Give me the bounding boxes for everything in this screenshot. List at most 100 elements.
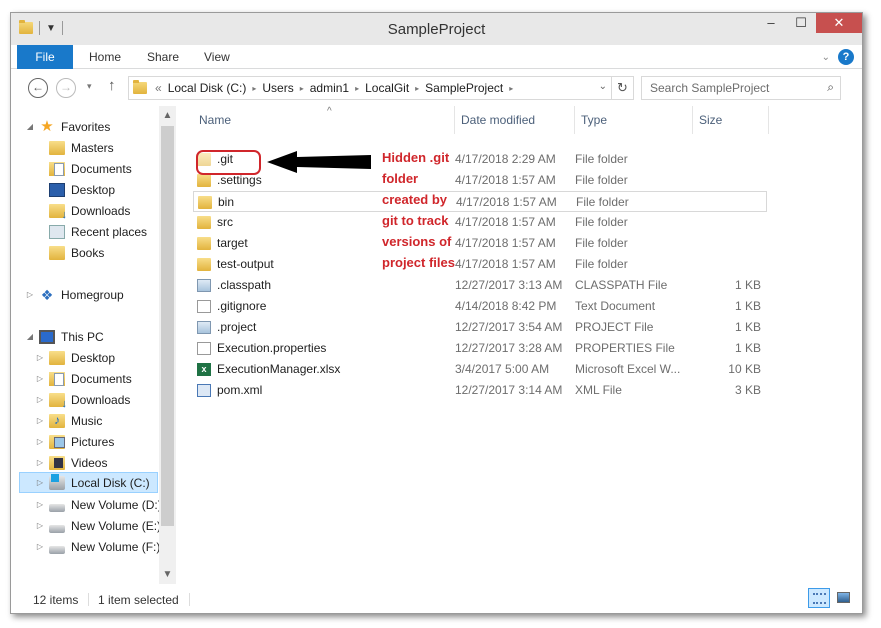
sidebar-item-masters[interactable]: Masters — [45, 137, 114, 158]
navigation-pane-scrollbar[interactable]: ▲ ▼ — [159, 106, 176, 584]
breadcrumb-separator-icon[interactable]: ▸ — [355, 84, 359, 93]
large-icons-view-button[interactable] — [833, 588, 855, 608]
expand-icon[interactable]: ▷ — [35, 478, 45, 487]
breadcrumb-users[interactable]: Users — [262, 81, 293, 95]
file-row[interactable]: .gitignore 4/14/2018 8:42 PM Text Document… — [193, 296, 767, 317]
column-header-type[interactable]: Type — [575, 106, 693, 134]
details-view-button[interactable] — [808, 588, 830, 608]
maximize-button[interactable]: ☐ — [786, 13, 816, 33]
sidebar-item-new-volume-d[interactable]: ▷ New Volume (D:) — [35, 494, 162, 515]
sidebar-item-local-disk-c[interactable]: ▷ Local Disk (C:) — [19, 472, 158, 493]
file-row[interactable]: bin 4/17/2018 1:57 AM File folder — [193, 191, 767, 212]
column-header-size[interactable]: Size — [693, 106, 769, 134]
sidebar-item-pictures[interactable]: ▷ Pictures — [35, 431, 114, 452]
sidebar-item-this-pc[interactable]: ◢ This PC — [25, 326, 104, 347]
up-button[interactable]: ↑ — [108, 77, 116, 94]
file-row[interactable]: test-output 4/17/2018 1:57 AM File folder — [193, 254, 767, 275]
sidebar-item-new-volume-f[interactable]: ▷ New Volume (F:) — [35, 536, 160, 557]
breadcrumb-admin1[interactable]: admin1 — [310, 81, 349, 95]
sidebar-item-downloads[interactable]: Downloads — [45, 200, 130, 221]
breadcrumb-separator-icon[interactable]: ▸ — [252, 84, 256, 93]
sidebar-item-music[interactable]: ▷ Music — [35, 410, 102, 431]
navigation-bar: ← → ▾ ↑ « Local Disk (C:) ▸ Users ▸ admi… — [11, 70, 862, 106]
file-row[interactable]: src 4/17/2018 1:57 AM File folder — [193, 212, 767, 233]
back-button[interactable]: ← — [28, 78, 48, 98]
address-bar[interactable]: « Local Disk (C:) ▸ Users ▸ admin1 ▸ Loc… — [128, 76, 634, 100]
breadcrumb-overflow[interactable]: « — [155, 81, 162, 95]
sidebar-item-new-volume-e[interactable]: ▷ New Volume (E:) — [35, 515, 161, 536]
sidebar-item-label: Masters — [71, 140, 114, 155]
breadcrumb-separator-icon[interactable]: ▸ — [509, 84, 513, 93]
sidebar-item-books[interactable]: Books — [45, 242, 104, 263]
expand-icon[interactable]: ▷ — [25, 290, 35, 299]
file-type: Text Document — [575, 299, 656, 313]
column-header-date-modified[interactable]: Date modified — [455, 106, 575, 134]
expand-icon[interactable]: ▷ — [35, 437, 45, 446]
sidebar-item-pc-downloads[interactable]: ▷ Downloads — [35, 389, 130, 410]
sidebar-item-pc-desktop[interactable]: ▷ Desktop — [35, 347, 115, 368]
minimize-button[interactable]: – — [756, 13, 786, 33]
collapse-icon[interactable]: ◢ — [25, 332, 35, 341]
expand-icon[interactable]: ▷ — [35, 416, 45, 425]
downloads-icon — [49, 392, 67, 410]
help-icon[interactable]: ? — [838, 49, 854, 65]
scroll-down-icon[interactable]: ▼ — [159, 569, 176, 580]
file-row[interactable]: .settings 4/17/2018 1:57 AM File folder — [193, 170, 767, 191]
sidebar-item-favorites[interactable]: ◢ ★ Favorites — [25, 116, 110, 137]
ribbon-tabs: File Home Share View ⌄ ? — [11, 45, 862, 69]
expand-icon[interactable]: ▷ — [35, 374, 45, 383]
breadcrumb-localgit[interactable]: LocalGit — [365, 81, 409, 95]
breadcrumb-local-disk[interactable]: Local Disk (C:) — [168, 81, 247, 95]
search-input[interactable]: Search SampleProject ⌕ — [641, 76, 841, 100]
tab-view[interactable]: View — [204, 45, 230, 69]
documents-icon — [49, 161, 65, 176]
tab-file[interactable]: File — [17, 45, 73, 69]
scroll-up-icon[interactable]: ▲ — [159, 110, 176, 121]
scrollbar-thumb[interactable] — [161, 126, 174, 526]
sidebar-item-documents[interactable]: Documents — [45, 158, 132, 179]
expand-ribbon-icon[interactable]: ⌄ — [822, 52, 830, 63]
sidebar-item-recent-places[interactable]: Recent places — [45, 221, 147, 242]
file-size: 3 KB — [734, 383, 761, 397]
search-icon[interactable]: ⌕ — [827, 80, 834, 95]
refresh-button[interactable]: ↻ — [611, 77, 633, 99]
sidebar-item-label: Recent places — [71, 224, 148, 239]
sidebar-item-desktop[interactable]: Desktop — [45, 179, 115, 200]
column-header-name[interactable]: ^ Name — [193, 106, 455, 134]
address-history-dropdown[interactable]: ⌄ — [599, 81, 607, 92]
expand-icon[interactable]: ▷ — [35, 458, 45, 467]
recent-locations-dropdown[interactable]: ▾ — [87, 81, 92, 92]
expand-icon[interactable]: ▷ — [35, 353, 45, 362]
file-row[interactable]: .classpath 12/27/2017 3:13 AM CLASSPATH Fi… — [193, 275, 767, 296]
file-date-modified: 12/27/2017 3:13 AM — [455, 278, 563, 292]
sidebar-item-homegroup[interactable]: ▷ ❖ Homegroup — [25, 284, 124, 305]
tab-share[interactable]: Share — [147, 45, 179, 69]
sidebar-item-videos[interactable]: ▷ Videos — [35, 452, 107, 473]
sidebar-item-pc-documents[interactable]: ▷ Documents — [35, 368, 132, 389]
file-name: .classpath — [217, 278, 272, 292]
breadcrumb-separator-icon[interactable]: ▸ — [415, 84, 419, 93]
file-row[interactable]: Execution.properties 12/27/2017 3:28 AM PR… — [193, 338, 767, 359]
expand-icon[interactable]: ▷ — [35, 500, 45, 509]
file-row[interactable]: x ExecutionManager.xlsx 3/4/2017 5:00 AM Mi… — [193, 359, 767, 380]
title-bar: ▼ SampleProject – ☐ ✕ — [11, 13, 862, 45]
file-row[interactable]: target 4/17/2018 1:57 AM File folder — [193, 233, 767, 254]
drive-icon — [49, 524, 65, 533]
breadcrumb-sampleproject[interactable]: SampleProject — [425, 81, 503, 95]
sidebar-item-label: Desktop — [71, 350, 116, 365]
folder-icon — [197, 174, 211, 187]
file-row[interactable]: .project 12/27/2017 3:54 AM PROJECT File 1 … — [193, 317, 767, 338]
file-type: File folder — [575, 152, 628, 166]
status-bar: 12 items 1 item selected — [11, 585, 862, 613]
close-button[interactable]: ✕ — [816, 13, 862, 33]
tab-home[interactable]: Home — [89, 45, 121, 69]
expand-icon[interactable]: ▷ — [35, 542, 45, 551]
file-type: File folder — [575, 236, 628, 250]
expand-icon[interactable]: ▷ — [35, 395, 45, 404]
folder-icon — [49, 140, 65, 155]
forward-button[interactable]: → — [56, 78, 76, 98]
breadcrumb-separator-icon[interactable]: ▸ — [300, 84, 304, 93]
file-row[interactable]: pom.xml 12/27/2017 3:14 AM XML File 3 KB — [193, 380, 767, 401]
expand-icon[interactable]: ▷ — [35, 521, 45, 530]
collapse-icon[interactable]: ◢ — [25, 122, 35, 131]
